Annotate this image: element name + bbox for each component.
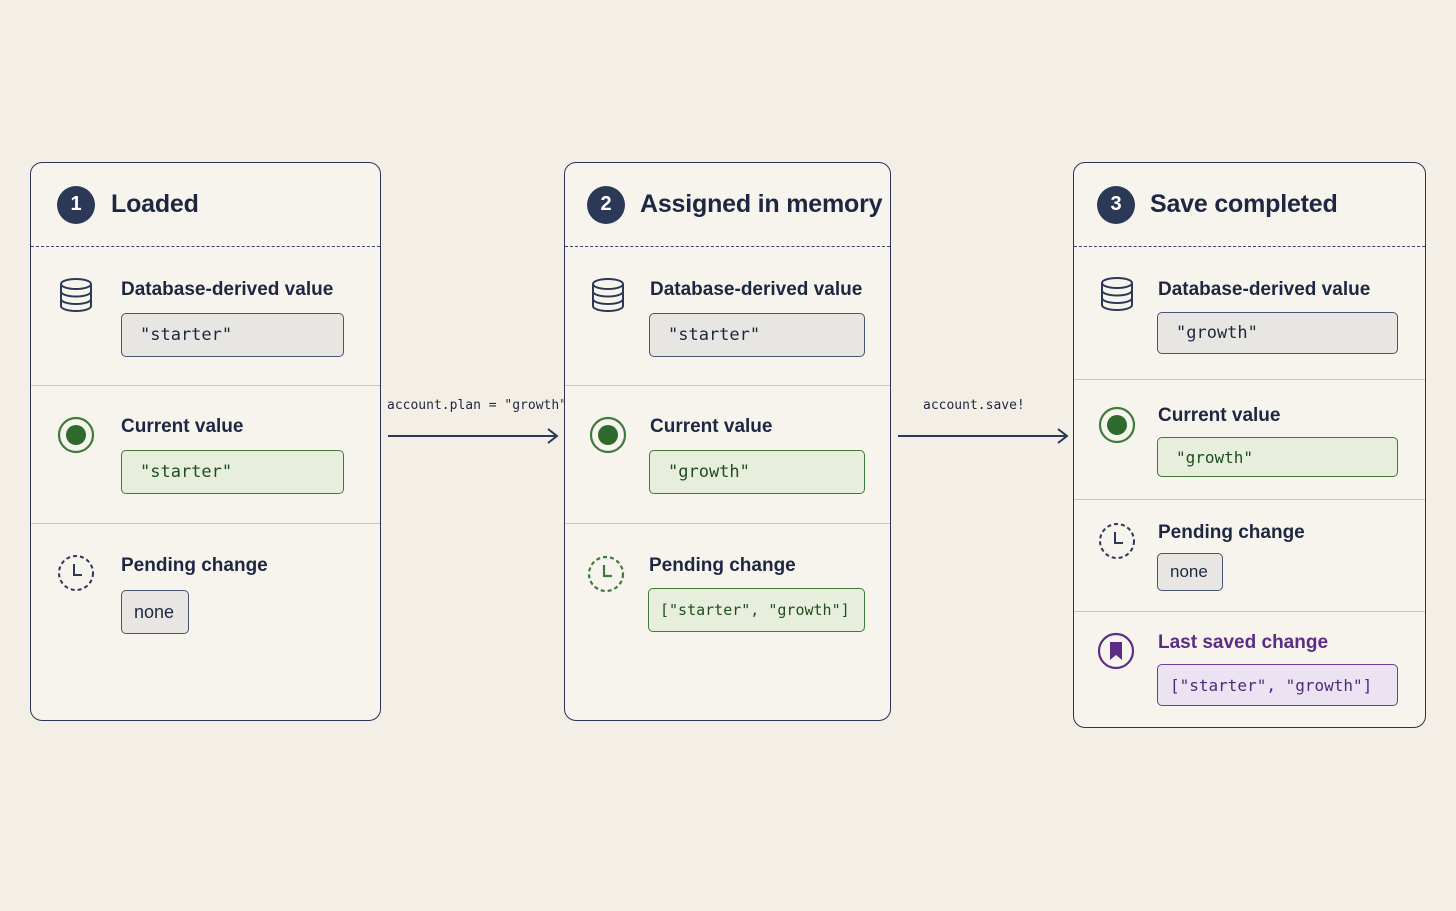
step-card-loaded: 1 Loaded Database-derived value "starter…: [30, 162, 381, 721]
database-row: Database-derived value "starter": [31, 248, 380, 386]
current-label: Current value: [121, 416, 244, 437]
database-row: Database-derived value "starter": [565, 248, 890, 386]
card-title: Assigned in memory: [640, 190, 883, 218]
database-label: Database-derived value: [650, 279, 863, 300]
step-card-saved: 3 Save completed Database-derived value …: [1073, 162, 1426, 728]
current-value-icon: [1098, 406, 1136, 444]
clock-icon: [1099, 523, 1135, 559]
clock-icon: [587, 555, 625, 593]
current-value: "growth": [649, 450, 865, 494]
card-title: Save completed: [1150, 190, 1338, 218]
card-title: Loaded: [111, 190, 199, 218]
transition-label: account.save!: [923, 398, 1025, 413]
card-header: 1 Loaded: [31, 163, 380, 247]
database-value: "starter": [121, 313, 344, 357]
card-header: 3 Save completed: [1074, 163, 1425, 247]
database-value: "growth": [1157, 312, 1398, 354]
database-row: Database-derived value "growth": [1074, 248, 1425, 380]
current-row: Current value "growth": [1074, 380, 1425, 500]
database-label: Database-derived value: [121, 279, 334, 300]
last-saved-label: Last saved change: [1158, 632, 1329, 653]
database-icon: [1101, 277, 1133, 311]
pending-label: Pending change: [649, 555, 796, 576]
pending-label: Pending change: [121, 555, 268, 576]
clock-icon: [58, 555, 94, 591]
database-value: "starter": [649, 313, 865, 357]
last-saved-row: Last saved change ["starter", "growth"]: [1074, 612, 1425, 727]
step-number-badge: 2: [587, 185, 625, 224]
pending-label: Pending change: [1158, 522, 1305, 543]
step-number-badge: 1: [57, 185, 95, 224]
database-icon: [60, 278, 92, 312]
pending-value: ["starter", "growth"]: [648, 588, 865, 632]
pending-value: none: [121, 590, 189, 634]
pending-row: Pending change ["starter", "growth"]: [565, 524, 890, 720]
pending-value: none: [1157, 553, 1223, 591]
current-value-icon: [57, 416, 95, 454]
current-value: "starter": [121, 450, 344, 494]
current-label: Current value: [1158, 405, 1281, 426]
last-saved-value: ["starter", "growth"]: [1157, 664, 1398, 706]
transition-label: account.plan = "growth": [387, 398, 568, 413]
current-value: "growth": [1157, 437, 1398, 477]
current-label: Current value: [650, 416, 773, 437]
step-card-assigned: 2 Assigned in memory Database-derived va…: [564, 162, 891, 721]
pending-row: Pending change none: [31, 524, 380, 720]
database-icon: [592, 278, 624, 312]
card-header: 2 Assigned in memory: [565, 163, 890, 247]
pending-row: Pending change none: [1074, 500, 1425, 612]
current-row: Current value "growth": [565, 386, 890, 524]
current-value-icon: [589, 416, 627, 454]
current-row: Current value "starter": [31, 386, 380, 524]
database-label: Database-derived value: [1158, 279, 1371, 300]
arrow-right-icon: [898, 428, 1069, 444]
bookmark-icon: [1097, 632, 1135, 670]
arrow-right-icon: [388, 428, 559, 444]
step-number-badge: 3: [1097, 185, 1135, 224]
